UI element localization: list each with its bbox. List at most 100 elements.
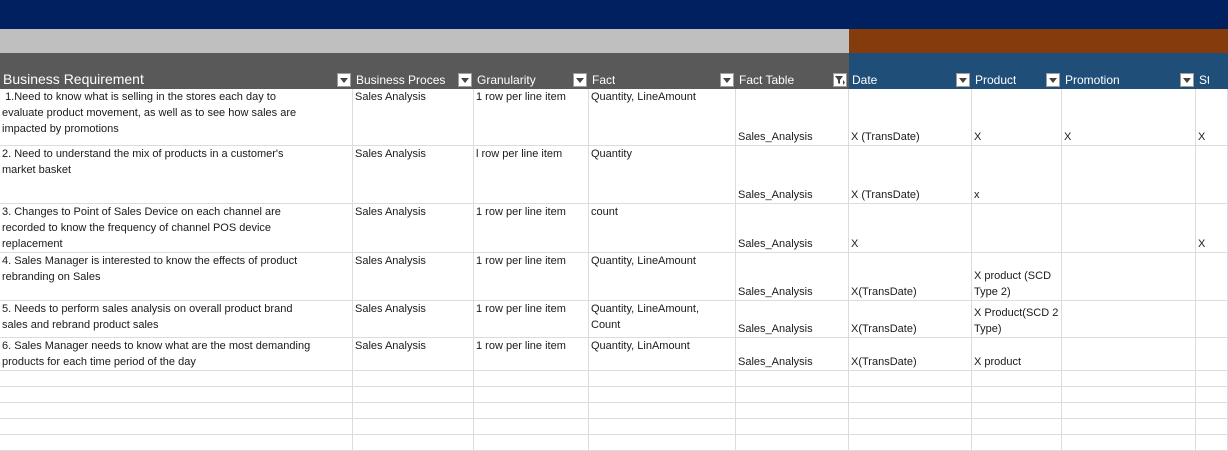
cell-store[interactable]: [1196, 371, 1228, 386]
cell-fact[interactable]: count: [589, 204, 736, 252]
cell-product[interactable]: X: [972, 89, 1062, 145]
header-promotion[interactable]: Promotion: [1062, 53, 1196, 89]
cell-requirement[interactable]: [0, 435, 353, 450]
header-granularity[interactable]: Granularity: [474, 53, 589, 89]
cell-fact-table[interactable]: [736, 403, 849, 418]
cell-store[interactable]: [1196, 253, 1228, 300]
cell-process[interactable]: [353, 403, 474, 418]
cell-granularity[interactable]: 1 row per line item: [474, 204, 589, 252]
cell-requirement[interactable]: 4. Sales Manager is interested to know t…: [0, 253, 353, 300]
cell-product[interactable]: X product (SCD Type 2): [972, 253, 1062, 300]
cell-granularity[interactable]: [474, 435, 589, 450]
cell-process[interactable]: [353, 371, 474, 386]
cell-date[interactable]: [849, 387, 972, 402]
filter-dropdown-icon[interactable]: [458, 73, 472, 87]
cell-product[interactable]: [972, 419, 1062, 434]
cell-granularity[interactable]: [474, 371, 589, 386]
cell-fact-table[interactable]: [736, 419, 849, 434]
filter-dropdown-icon[interactable]: [1180, 73, 1194, 87]
cell-date[interactable]: [849, 419, 972, 434]
cell-promotion[interactable]: [1062, 146, 1196, 203]
header-product[interactable]: Product: [972, 53, 1062, 89]
cell-granularity[interactable]: [474, 419, 589, 434]
cell-process[interactable]: [353, 387, 474, 402]
cell-granularity[interactable]: 1 row per line item: [474, 338, 589, 370]
cell-promotion[interactable]: [1062, 371, 1196, 386]
cell-granularity[interactable]: 1 row per line item: [474, 253, 589, 300]
cell-requirement[interactable]: 2. Need to understand the mix of product…: [0, 146, 353, 203]
cell-process[interactable]: Sales Analysis: [353, 204, 474, 252]
cell-promotion[interactable]: [1062, 301, 1196, 337]
cell-promotion[interactable]: [1062, 419, 1196, 434]
cell-product[interactable]: [972, 387, 1062, 402]
cell-store[interactable]: X: [1196, 204, 1228, 252]
cell-product[interactable]: X product: [972, 338, 1062, 370]
cell-fact[interactable]: Quantity, LineAmount, Count: [589, 301, 736, 337]
cell-requirement[interactable]: 5. Needs to perform sales analysis on ov…: [0, 301, 353, 337]
cell-fact[interactable]: Quantity, LineAmount: [589, 89, 736, 145]
cell-date[interactable]: X(TransDate): [849, 301, 972, 337]
cell-fact-table[interactable]: Sales_Analysis: [736, 89, 849, 145]
cell-fact-table[interactable]: Sales_Analysis: [736, 338, 849, 370]
filter-dropdown-icon[interactable]: [720, 73, 734, 87]
cell-date[interactable]: X(TransDate): [849, 253, 972, 300]
cell-product[interactable]: [972, 435, 1062, 450]
cell-store[interactable]: [1196, 301, 1228, 337]
cell-requirement[interactable]: 3. Changes to Point of Sales Device on e…: [0, 204, 353, 252]
cell-store[interactable]: [1196, 403, 1228, 418]
cell-process[interactable]: Sales Analysis: [353, 253, 474, 300]
cell-store[interactable]: [1196, 338, 1228, 370]
cell-store[interactable]: X: [1196, 89, 1228, 145]
cell-requirement[interactable]: [0, 419, 353, 434]
cell-granularity[interactable]: 1 row per line item: [474, 89, 589, 145]
cell-fact[interactable]: [589, 371, 736, 386]
filter-dropdown-icon[interactable]: [956, 73, 970, 87]
cell-date[interactable]: [849, 403, 972, 418]
cell-fact-table[interactable]: Sales_Analysis: [736, 204, 849, 252]
cell-process[interactable]: Sales Analysis: [353, 338, 474, 370]
header-business-process[interactable]: Business Proces: [353, 53, 474, 89]
cell-requirement[interactable]: 6. Sales Manager needs to know what are …: [0, 338, 353, 370]
cell-granularity[interactable]: [474, 387, 589, 402]
cell-requirement[interactable]: [0, 371, 353, 386]
cell-promotion[interactable]: [1062, 435, 1196, 450]
cell-granularity[interactable]: l row per line item: [474, 146, 589, 203]
cell-date[interactable]: X: [849, 204, 972, 252]
filter-dropdown-icon[interactable]: [1046, 73, 1060, 87]
filter-dropdown-icon[interactable]: [573, 73, 587, 87]
cell-process[interactable]: Sales Analysis: [353, 146, 474, 203]
cell-date[interactable]: X (TransDate): [849, 146, 972, 203]
cell-promotion[interactable]: [1062, 253, 1196, 300]
cell-fact[interactable]: [589, 435, 736, 450]
cell-process[interactable]: Sales Analysis: [353, 89, 474, 145]
cell-fact[interactable]: [589, 403, 736, 418]
cell-fact-table[interactable]: Sales_Analysis: [736, 301, 849, 337]
cell-fact[interactable]: Quantity, LinAmount: [589, 338, 736, 370]
header-date[interactable]: Date: [849, 53, 972, 89]
cell-date[interactable]: X (TransDate): [849, 89, 972, 145]
cell-product[interactable]: [972, 403, 1062, 418]
cell-product[interactable]: [972, 371, 1062, 386]
cell-fact-table[interactable]: [736, 435, 849, 450]
cell-requirement[interactable]: 1.Need to know what is selling in the st…: [0, 89, 353, 145]
header-fact-table[interactable]: Fact Table: [736, 53, 849, 89]
cell-date[interactable]: X(TransDate): [849, 338, 972, 370]
cell-process[interactable]: [353, 419, 474, 434]
cell-store[interactable]: [1196, 419, 1228, 434]
cell-promotion[interactable]: [1062, 403, 1196, 418]
cell-promotion[interactable]: [1062, 387, 1196, 402]
cell-fact-table[interactable]: Sales_Analysis: [736, 146, 849, 203]
cell-store[interactable]: [1196, 146, 1228, 203]
cell-fact-table[interactable]: Sales_Analysis: [736, 253, 849, 300]
cell-promotion[interactable]: X: [1062, 89, 1196, 145]
cell-requirement[interactable]: [0, 403, 353, 418]
cell-granularity[interactable]: 1 row per line item: [474, 301, 589, 337]
header-business-requirement[interactable]: Business Requirement: [0, 53, 353, 89]
cell-store[interactable]: [1196, 387, 1228, 402]
header-store[interactable]: Store: [1196, 53, 1228, 89]
cell-date[interactable]: [849, 371, 972, 386]
cell-fact[interactable]: Quantity, LineAmount: [589, 253, 736, 300]
cell-requirement[interactable]: [0, 387, 353, 402]
cell-product[interactable]: [972, 204, 1062, 252]
cell-product[interactable]: X Product(SCD 2 Type): [972, 301, 1062, 337]
